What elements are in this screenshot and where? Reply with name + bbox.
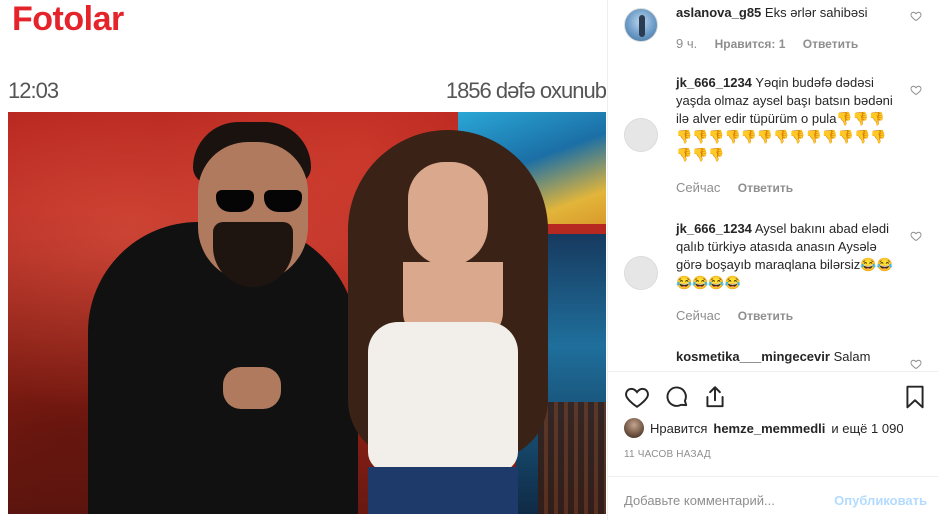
comment-username[interactable]: jk_666_1234 <box>676 75 752 90</box>
liker-username[interactable]: hemze_memmedli <box>713 421 825 436</box>
heart-icon[interactable] <box>624 384 650 410</box>
man-hand <box>223 367 281 409</box>
comment-meta: Сейчас Ответить <box>676 308 807 323</box>
action-bar <box>608 371 938 423</box>
comments-panel: aslanova_g85 Eks ərlər sahibəsi 9 ч. Нра… <box>607 0 938 520</box>
heart-icon[interactable] <box>910 358 922 370</box>
likes-prefix: Нравится <box>650 420 708 436</box>
heart-icon[interactable] <box>910 230 922 242</box>
likes-count[interactable]: и ещё 1 090 <box>831 421 903 436</box>
white-top <box>368 322 518 472</box>
post-time: 12:03 <box>8 78 59 103</box>
post-image[interactable]: Fotolar 12:03 1856 dəfə oxunub <box>8 0 606 514</box>
comment-bubble-icon[interactable] <box>664 384 690 410</box>
photo <box>8 112 606 514</box>
comment-input[interactable] <box>624 489 824 511</box>
heart-icon[interactable] <box>910 10 922 22</box>
bookmark-icon[interactable] <box>902 384 928 410</box>
comment-text: kosmetika___mingecevir Salam <box>676 348 896 366</box>
comment-text: jk_666_1234 Yəqin budəfə dədəsi yaşda ol… <box>676 74 896 164</box>
post-timestamp: 11 ЧАСОВ НАЗАД <box>624 449 711 460</box>
comment-username[interactable]: kosmetika___mingecevir <box>676 349 830 364</box>
stage-lights <box>538 402 606 514</box>
woman-face <box>408 162 488 266</box>
comment-meta: Сейчас Ответить <box>676 180 807 195</box>
avatar[interactable] <box>624 8 658 42</box>
publish-button[interactable]: Опубликовать <box>834 493 927 508</box>
brand-title: Fotolar <box>12 0 124 38</box>
avatar[interactable] <box>624 256 658 290</box>
comment-username[interactable]: jk_666_1234 <box>676 221 752 236</box>
comment-username[interactable]: aslanova_g85 <box>676 5 761 20</box>
liker-avatar[interactable] <box>624 418 644 438</box>
comment-content: Eks ərlər sahibəsi <box>764 5 868 20</box>
jeans <box>368 467 518 514</box>
likes-summary: Нравится hemze_memmedli и ещё 1 090 <box>624 418 904 438</box>
image-header: Fotolar 12:03 1856 dəfə oxunub <box>8 0 606 112</box>
comment-content: Salam <box>833 349 871 364</box>
comments-list[interactable]: aslanova_g85 Eks ərlər sahibəsi 9 ч. Нра… <box>608 0 938 370</box>
comment-time[interactable]: Сейчас <box>676 308 720 323</box>
comment-likes[interactable]: Нравится: 1 <box>715 37 786 51</box>
comment-meta: 9 ч. Нравится: 1 Ответить <box>676 36 872 51</box>
comment-time[interactable]: Сейчас <box>676 180 720 195</box>
read-count: 1856 dəfə oxunub <box>445 78 606 103</box>
comment-time[interactable]: 9 ч. <box>676 36 697 51</box>
avatar[interactable] <box>624 118 658 152</box>
reply-button[interactable]: Ответить <box>738 309 793 323</box>
share-icon[interactable] <box>702 384 728 410</box>
add-comment-bar: Опубликовать <box>608 476 938 520</box>
reply-button[interactable]: Ответить <box>738 181 793 195</box>
comment-text: jk_666_1234 Aysel bakını abad elədi qalı… <box>676 220 896 292</box>
comment-text: aslanova_g85 Eks ərlər sahibəsi <box>676 4 896 22</box>
reply-button[interactable]: Ответить <box>803 37 858 51</box>
sunglasses <box>216 190 304 212</box>
heart-icon[interactable] <box>910 84 922 96</box>
